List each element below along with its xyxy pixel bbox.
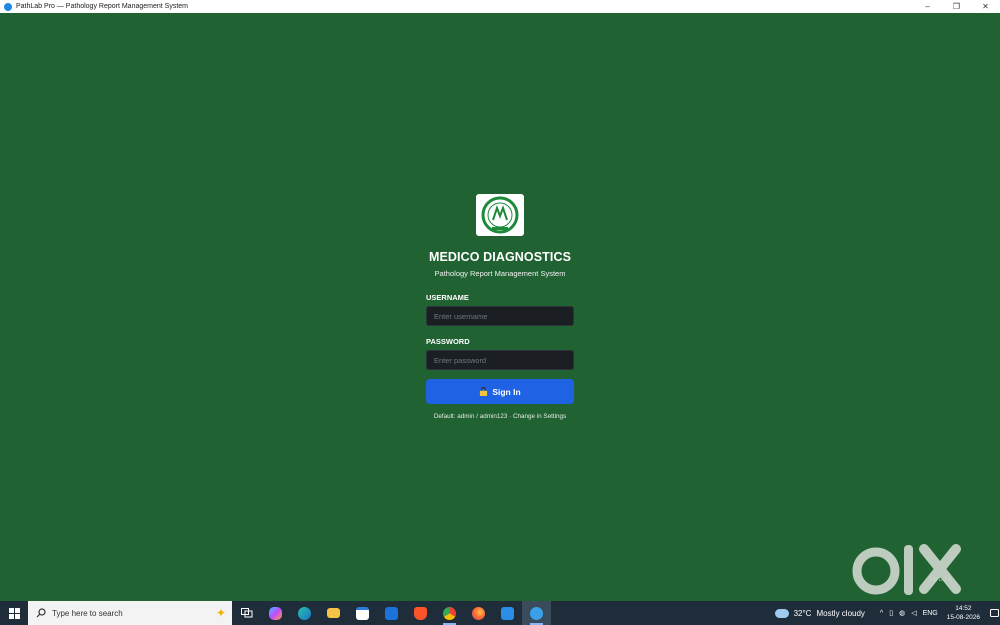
- file-explorer-icon[interactable]: [319, 601, 348, 625]
- medico-diagnostics-logo: [476, 194, 524, 236]
- olx-watermark-logo: [852, 544, 961, 595]
- search-placeholder: Type here to search: [52, 608, 123, 618]
- password-label: PASSWORD: [426, 337, 470, 346]
- calendar-icon[interactable]: [348, 601, 377, 625]
- login-panel: MEDICO DIAGNOSTICS Pathology Report Mana…: [426, 194, 574, 420]
- start-button[interactable]: [0, 601, 28, 625]
- language-indicator[interactable]: ENG: [923, 610, 938, 617]
- system-tray: 32°C Mostly cloudy ^ ▯ ◍ ◁ ENG 14:52 15-…: [774, 601, 1000, 625]
- app-icon: [4, 2, 12, 11]
- logo-seal-icon: [481, 196, 519, 234]
- weather-widget[interactable]: 32°C Mostly cloudy: [774, 608, 865, 618]
- sign-in-button[interactable]: Sign In: [426, 379, 574, 404]
- minimize-button[interactable]: –: [913, 0, 942, 13]
- lock-icon: [480, 387, 488, 396]
- speaker-icon[interactable]: ◁: [911, 609, 916, 617]
- taskbar: Type here to search ✦ 32°C Mostly cloudy…: [0, 601, 1000, 625]
- chevron-up-icon[interactable]: ^: [880, 610, 883, 617]
- close-button[interactable]: ✕: [971, 0, 1000, 13]
- firefox-icon[interactable]: [464, 601, 493, 625]
- username-input[interactable]: [426, 306, 574, 326]
- brand-subtitle: Pathology Report Management System: [434, 269, 566, 278]
- network-icon[interactable]: ◍: [899, 609, 905, 617]
- password-input[interactable]: [426, 350, 574, 370]
- taskbar-search[interactable]: Type here to search ✦: [28, 601, 232, 625]
- chrome-icon[interactable]: [435, 601, 464, 625]
- clock-time: 14:52: [955, 605, 972, 612]
- sparkle-icon: ✦: [215, 606, 226, 620]
- outlook-icon[interactable]: [377, 601, 406, 625]
- app-a-icon[interactable]: [493, 601, 522, 625]
- default-credentials-hint: Default: admin / admin123 · Change in Se…: [433, 413, 567, 420]
- brave-icon[interactable]: [406, 601, 435, 625]
- olx-india-text: INDIA: [930, 577, 954, 583]
- window-title: PathLab Pro — Pathology Report Managemen…: [16, 3, 188, 10]
- windows-icon: [8, 607, 20, 619]
- username-label: USERNAME: [426, 293, 469, 302]
- battery-icon[interactable]: ▯: [889, 609, 893, 617]
- weather-condition: Mostly cloudy: [816, 608, 865, 618]
- pathlab-app-icon[interactable]: [522, 601, 551, 625]
- window-controls: – ❐ ✕: [913, 0, 1000, 13]
- window-titlebar: PathLab Pro — Pathology Report Managemen…: [0, 0, 1000, 13]
- edge-icon[interactable]: [290, 601, 319, 625]
- clock[interactable]: 14:52 15-08-2026: [947, 604, 980, 622]
- sign-in-label: Sign In: [492, 386, 521, 397]
- weather-temp: 32°C: [793, 608, 812, 618]
- login-screen: MEDICO DIAGNOSTICS Pathology Report Mana…: [0, 13, 1000, 601]
- notification-icon[interactable]: [988, 601, 1000, 625]
- task-view-icon[interactable]: [232, 601, 261, 625]
- brand-title: MEDICO DIAGNOSTICS: [428, 250, 572, 264]
- cloud-icon: [774, 608, 789, 618]
- restore-button[interactable]: ❐: [942, 0, 971, 13]
- search-icon: [36, 608, 46, 618]
- clock-date: 15-08-2026: [946, 614, 980, 621]
- copilot-icon[interactable]: [261, 601, 290, 625]
